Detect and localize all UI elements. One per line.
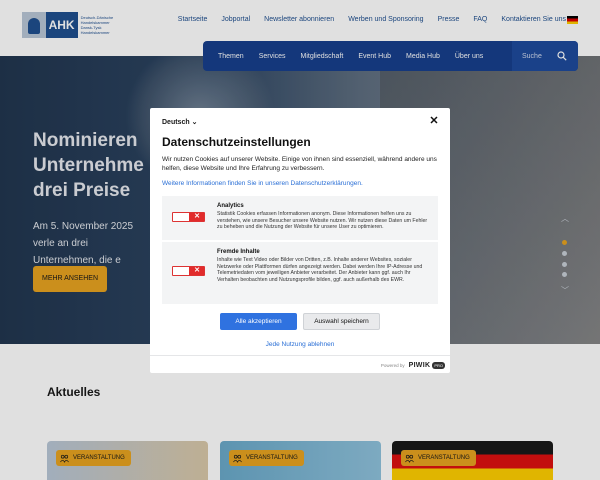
option-title: Analytics <box>217 203 244 209</box>
cookie-consent-dialog: Deutsch ⌄ ✕ Datenschutzeinstellungen Wir… <box>150 108 450 373</box>
toggle-off-icon: ✕ <box>194 213 200 220</box>
privacy-link[interactable]: Weitere Informationen finden Sie in unse… <box>162 180 363 187</box>
analytics-toggle[interactable]: ✕ <box>172 212 205 222</box>
save-selection-button[interactable]: Auswahl speichern <box>303 313 380 330</box>
language-select[interactable]: Deutsch ⌄ <box>162 118 197 126</box>
external-content-toggle[interactable]: ✕ <box>172 266 205 276</box>
chevron-down-icon: ⌄ <box>191 119 198 126</box>
powered-by: Powered by PIWIK PRO <box>381 362 445 369</box>
dialog-intro: Wir nutzen Cookies auf unserer Website. … <box>162 156 437 172</box>
accept-all-button[interactable]: Alle akzeptieren <box>220 313 297 330</box>
reject-all-link[interactable]: Jede Nutzung ablehnen <box>150 341 450 348</box>
powered-by-label: Powered by <box>380 363 405 368</box>
language-label: Deutsch <box>162 119 190 126</box>
close-icon[interactable]: ✕ <box>429 116 439 127</box>
toggle-off-icon: ✕ <box>194 267 200 274</box>
option-text: Inhalte wie Text Video oder Bilder von D… <box>217 257 423 283</box>
consent-option-external: ✕ Fremde Inhalte Inhalte wie Text Video … <box>162 242 438 304</box>
piwik-logo: PIWIK <box>408 362 431 369</box>
dialog-title: Datenschutzeinstellungen <box>162 135 311 149</box>
option-text: Statistik Cookies erfassen Informationen… <box>217 211 428 231</box>
option-title: Fremde Inhalte <box>217 249 260 255</box>
divider <box>150 355 450 356</box>
piwik-pro-tag: PRO <box>432 362 445 369</box>
consent-option-analytics: ✕ Analytics Statistik Cookies erfassen I… <box>162 196 438 240</box>
